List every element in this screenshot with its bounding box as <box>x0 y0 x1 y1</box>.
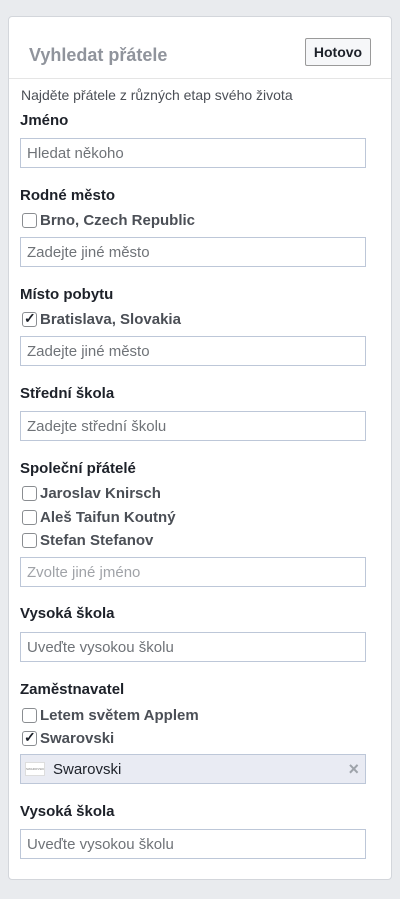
name-label: Jméno <box>20 112 69 129</box>
name-input[interactable] <box>20 138 366 168</box>
mutual-friends-input[interactable] <box>20 557 366 587</box>
mutual-friend-checkbox[interactable] <box>22 532 37 548</box>
current-city-input[interactable] <box>20 336 366 366</box>
university-label: Vysoká škola <box>20 605 115 622</box>
done-button[interactable]: Hotovo <box>305 38 371 66</box>
hometown-option[interactable]: Brno, Czech Republic <box>22 209 195 231</box>
hometown-label: Rodné město <box>20 187 116 204</box>
employer-option[interactable]: Letem světem Applem <box>22 704 199 726</box>
hometown-option-label: Brno, Czech Republic <box>40 211 196 229</box>
panel-title: Vyhledat přátele <box>29 45 168 65</box>
employer-label: Zaměstnavatel <box>20 681 125 698</box>
employer-option[interactable]: ✓ Swarovski <box>22 727 114 749</box>
university-input[interactable] <box>20 632 366 662</box>
hometown-input[interactable] <box>20 237 366 267</box>
employer-checkbox[interactable]: ✓ <box>22 728 37 746</box>
mutual-friend-option[interactable]: Aleš Taifun Koutný <box>22 506 176 528</box>
checkmark-icon: ✓ <box>24 309 36 326</box>
checkmark-icon: ✓ <box>24 728 36 745</box>
employer-option-label: Swarovski <box>40 729 115 747</box>
hometown-checkbox[interactable] <box>22 212 37 228</box>
current-city-option-label: Bratislava, Slovakia <box>40 310 181 328</box>
employer-token-label: Swarovski <box>53 760 122 778</box>
mutual-friend-option-label: Stefan Stefanov <box>40 531 154 549</box>
mutual-friend-option-label: Jaroslav Knirsch <box>40 484 161 502</box>
mutual-friend-option-label: Aleš Taifun Koutný <box>40 508 176 526</box>
employer-option-label: Letem světem Applem <box>40 706 199 724</box>
mutual-friend-option[interactable]: Stefan Stefanov <box>22 529 153 551</box>
high-school-label: Střední škola <box>20 385 115 402</box>
high-school-input[interactable] <box>20 411 366 441</box>
panel-subtitle: Najděte přátele z různých etap svého živ… <box>21 87 293 103</box>
close-icon[interactable]: × <box>348 759 359 780</box>
current-city-option[interactable]: ✓ Bratislava, Slovakia <box>22 308 181 330</box>
swarovski-logo: SWAROVSKI <box>25 762 45 776</box>
mutual-friend-checkbox[interactable] <box>22 485 37 501</box>
university-input[interactable] <box>20 829 366 859</box>
employer-checkbox[interactable] <box>22 707 37 723</box>
employer-token: SWAROVSKI Swarovski × <box>20 754 366 784</box>
mutual-friend-option[interactable]: Jaroslav Knirsch <box>22 482 161 504</box>
mutual-friends-label: Společní přátelé <box>20 460 136 477</box>
university-label: Vysoká škola <box>20 803 115 820</box>
current-city-label: Místo pobytu <box>20 286 114 303</box>
panel-header: Vyhledat přátele Hotovo <box>9 17 391 79</box>
current-city-checkbox[interactable]: ✓ <box>22 309 37 327</box>
mutual-friend-checkbox[interactable] <box>22 509 37 525</box>
